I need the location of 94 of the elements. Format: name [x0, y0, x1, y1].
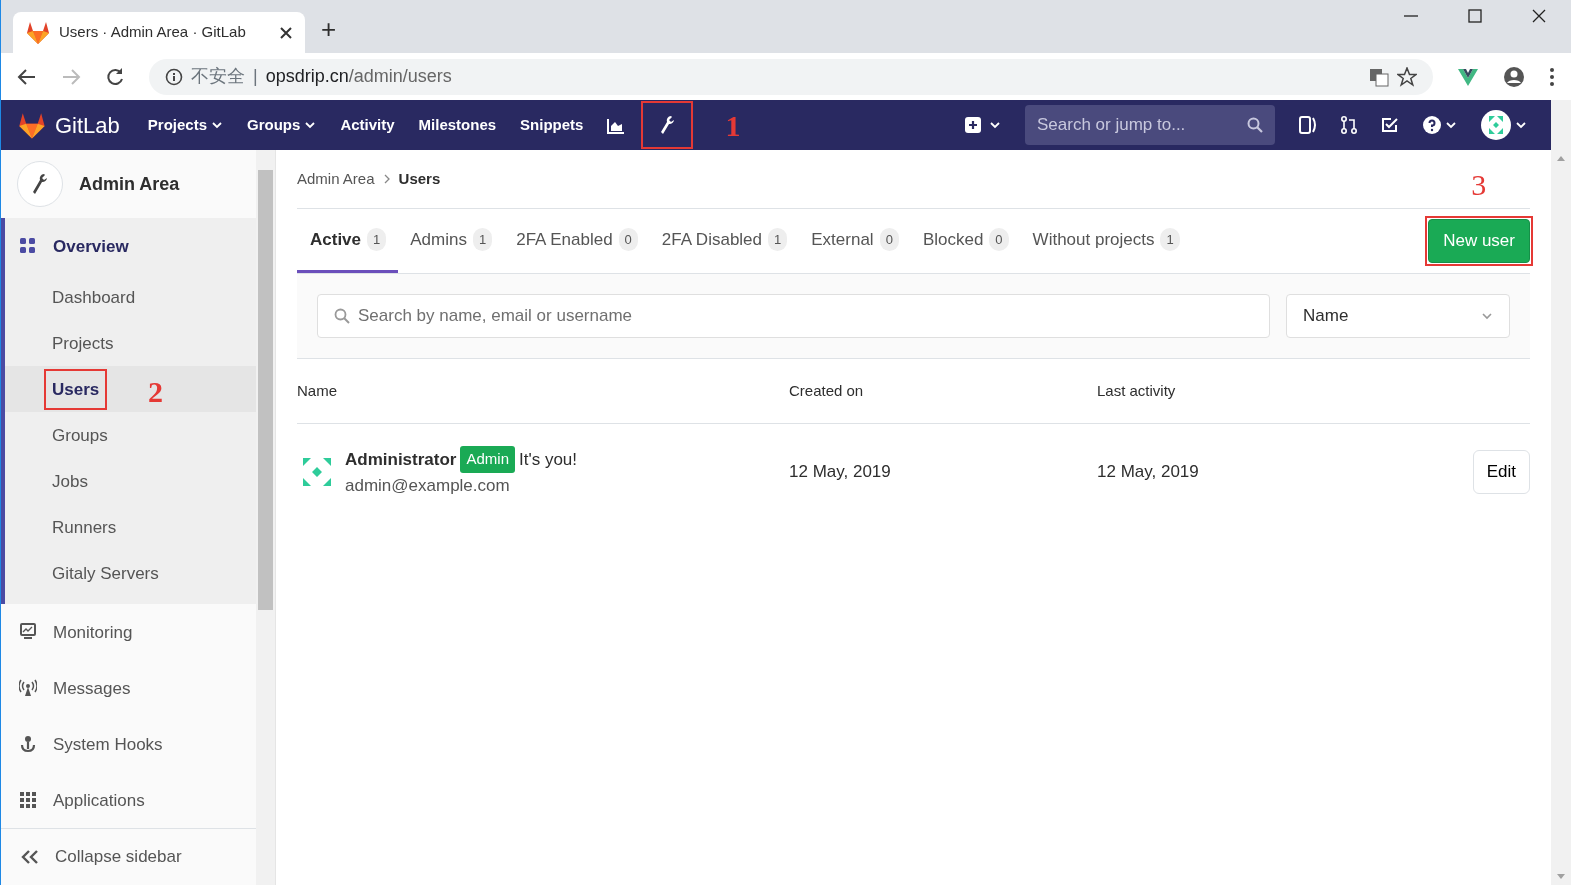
filter-tab[interactable]: External 0 [799, 209, 911, 273]
column-header: Created on [789, 380, 865, 401]
v-logo-icon[interactable] [1457, 66, 1479, 87]
new-tab-button[interactable]: + [321, 16, 337, 42]
caret-icon[interactable] [1445, 119, 1457, 131]
nav-link[interactable]: Snippets [508, 113, 596, 137]
annotation-box [44, 368, 108, 411]
user-name-link[interactable]: Administrator [345, 446, 457, 472]
scrollbar-thumb[interactable] [258, 170, 273, 610]
annotation-number: 1 [725, 111, 741, 141]
count-badge: 1 [472, 227, 493, 252]
nav-link[interactable]: Milestones [406, 113, 509, 137]
search-field[interactable]: Search or jump to... [1025, 105, 1275, 145]
separator-mark: | [253, 65, 258, 88]
reload-icon[interactable] [105, 66, 125, 87]
search-icon [1247, 117, 1263, 133]
gitlab-home-link[interactable]: GitLab [1, 108, 136, 142]
count-badge: 0 [879, 227, 899, 252]
you-label: It's you! [519, 448, 578, 471]
filter-tab[interactable]: 2FA Disabled 1 [649, 209, 800, 273]
column-header: Name [297, 380, 338, 401]
count-badge: 1 [367, 227, 387, 252]
filter-tab[interactable]: 2FA Enabled 0 [504, 209, 650, 273]
nav-link[interactable]: Projects [135, 113, 236, 137]
caret-icon[interactable] [989, 119, 1001, 131]
antenna-icon [19, 679, 37, 698]
user-email: admin@example.com [345, 474, 511, 497]
sidebar-section-link[interactable]: Overview [5, 218, 257, 275]
sidebar-item[interactable]: Dashboard [48, 280, 140, 315]
count-badge: 1 [768, 227, 788, 252]
double-chevron-icon [21, 849, 39, 866]
sidebar-section-link[interactable]: Messages [1, 660, 257, 717]
created-date: 12 May, 2019 [789, 461, 892, 484]
sort-dropdown[interactable]: Name [1286, 294, 1510, 338]
annotation-number: 3 [1471, 170, 1487, 201]
sidebar-section-link[interactable]: Applications [1, 772, 257, 829]
filter-tab[interactable]: Without projects 1 [1020, 209, 1192, 273]
sidebar-item[interactable]: Runners [48, 510, 121, 545]
nav-link[interactable]: Groups [235, 113, 329, 137]
account-icon[interactable] [1503, 65, 1525, 88]
grid-icon [19, 237, 37, 256]
close-icon[interactable] [279, 25, 293, 40]
sidebar-title: Admin Area [79, 172, 180, 196]
column-header: Last activity [1097, 380, 1176, 401]
caret-icon [1481, 310, 1493, 322]
tab-title: Users · Admin Area · GitLab [59, 22, 247, 43]
sidebar-section-link[interactable]: System Hooks [1, 716, 257, 773]
close-icon[interactable] [1531, 8, 1547, 24]
search-field[interactable]: Search by name, email or username [317, 294, 1270, 338]
edit-button[interactable]: Edit [1472, 450, 1530, 494]
admin-badge: Admin [460, 446, 515, 473]
more-icon[interactable] [1549, 66, 1555, 87]
wrench-icon [659, 115, 676, 135]
info-icon [165, 67, 183, 86]
chevron-right-icon [382, 174, 391, 184]
sidebar-section-link[interactable]: Monitoring [1, 604, 257, 661]
sidebar-item[interactable]: Jobs [48, 464, 92, 499]
sidebar-item[interactable]: Groups [48, 418, 112, 453]
url-text: opsdrip.cn/admin/users [265, 65, 453, 88]
avatar-icon[interactable] [1481, 110, 1511, 140]
chart-icon[interactable] [607, 117, 626, 134]
back-icon[interactable] [17, 66, 37, 87]
nav-link[interactable]: Activity [328, 113, 407, 137]
star-icon[interactable] [1397, 66, 1417, 87]
anchor-icon [19, 735, 37, 754]
maximize-icon[interactable] [1467, 8, 1483, 24]
annotation-number: 2 [148, 376, 163, 407]
annotation-box [641, 101, 694, 149]
last-activity-date: 12 May, 2019 [1097, 461, 1200, 484]
breadcrumb-link[interactable]: Admin Area [297, 167, 375, 191]
merge-request-icon[interactable] [1341, 115, 1357, 135]
filter-tab[interactable]: Blocked 0 [910, 209, 1021, 273]
help-icon[interactable] [1423, 116, 1441, 134]
address-bar[interactable]: 不安全 | opsdrip.cn/admin/users [149, 58, 1433, 95]
count-badge: 0 [989, 227, 1009, 252]
sidebar-item[interactable]: Gitaly Servers [48, 556, 163, 591]
security-label: 不安全 [191, 65, 245, 88]
caret-icon [304, 119, 317, 131]
monitor-icon [19, 623, 37, 642]
breadcrumb-link[interactable]: Users [398, 167, 441, 191]
count-badge: 0 [618, 227, 638, 252]
count-badge: 1 [1160, 227, 1180, 252]
caret-icon [211, 119, 224, 131]
sidebar-toggle-icon[interactable] [1299, 115, 1317, 135]
caret-icon[interactable] [1515, 119, 1527, 131]
todo-check-icon[interactable] [1381, 116, 1399, 134]
search-placeholder: Search or jump to... [1037, 114, 1186, 137]
gitlab-logo-icon [17, 111, 47, 139]
search-icon [334, 308, 350, 324]
filter-tab[interactable]: Admins 1 [398, 209, 505, 273]
apps-grid-icon [19, 791, 37, 810]
plus-square-icon[interactable] [965, 117, 981, 133]
wrench-icon [31, 173, 49, 196]
sidebar-item[interactable]: Projects [48, 326, 118, 361]
